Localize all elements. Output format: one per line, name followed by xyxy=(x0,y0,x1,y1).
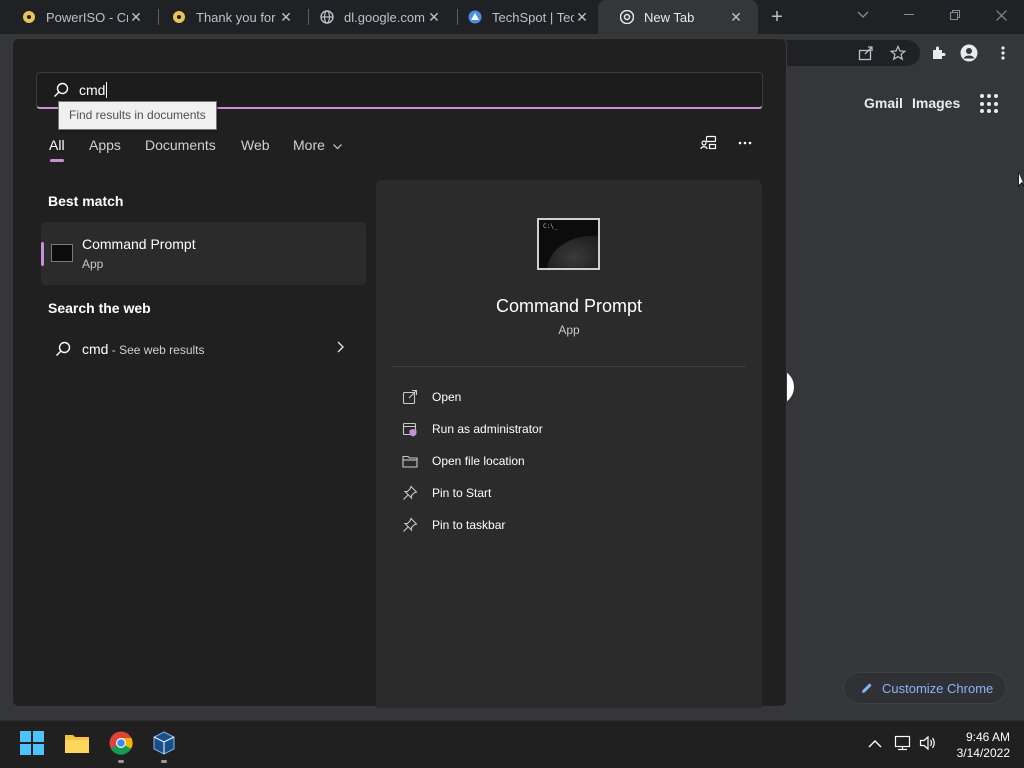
running-indicator xyxy=(161,760,167,763)
divider xyxy=(392,366,746,367)
network-icon[interactable] xyxy=(894,735,912,754)
action-open-file-location[interactable]: Open file location xyxy=(402,451,525,471)
detail-app-name: Command Prompt xyxy=(495,296,643,316)
tab-title: New Tab xyxy=(644,9,695,25)
best-match-heading: Best match xyxy=(48,193,124,209)
tab-title: TechSpot | Tech xyxy=(492,9,574,25)
admin-shield-icon xyxy=(402,421,418,437)
action-pin-to-start[interactable]: Pin to Start xyxy=(402,483,491,503)
gmail-link[interactable]: Gmail xyxy=(864,95,903,111)
profile-icon[interactable] xyxy=(960,44,978,62)
folder-icon xyxy=(402,453,418,469)
search-web-heading: Search the web xyxy=(48,300,151,316)
search-icon xyxy=(53,82,69,98)
chrome-icon xyxy=(620,10,634,24)
open-external-icon xyxy=(402,389,418,405)
action-run-as-admin[interactable]: Run as administrator xyxy=(402,419,543,439)
close-tab-icon[interactable]: ✕ xyxy=(426,9,442,25)
tooltip: Find results in documents xyxy=(58,101,217,130)
close-tab-icon[interactable]: ✕ xyxy=(128,9,144,25)
poweriso-icon xyxy=(22,10,36,24)
file-explorer-icon[interactable] xyxy=(64,730,90,756)
pin-icon xyxy=(402,485,418,501)
web-result-text: cmd - See web results xyxy=(82,341,205,357)
tab-techspot[interactable]: TechSpot | Tech ✕ xyxy=(446,0,604,34)
tab-thank-you[interactable]: Thank you for i ✕ xyxy=(150,0,308,34)
search-icon xyxy=(55,341,71,362)
filter-more-label: More xyxy=(293,137,325,153)
more-options-icon[interactable] xyxy=(735,134,755,152)
close-tab-icon[interactable]: ✕ xyxy=(728,9,744,25)
menu-kebab-icon[interactable] xyxy=(994,44,1012,62)
system-clock[interactable]: 9:46 AM 3/14/2022 xyxy=(940,729,1010,761)
customize-chrome-label: Customize Chrome xyxy=(882,680,994,696)
action-label: Run as administrator xyxy=(432,422,543,436)
restore-icon[interactable] xyxy=(932,0,978,30)
filter-tab-more[interactable]: More xyxy=(293,137,342,153)
active-filter-indicator xyxy=(50,159,64,162)
action-label: Open file location xyxy=(432,454,525,468)
tab-new-tab[interactable]: New Tab ✕ xyxy=(598,0,758,34)
action-open[interactable]: Open xyxy=(402,387,461,407)
text-caret xyxy=(106,82,108,98)
close-tab-icon[interactable]: ✕ xyxy=(574,9,590,25)
detail-app-type: App xyxy=(558,323,580,337)
poweriso-icon xyxy=(172,10,186,24)
tab-strip: PowerISO - Crea ✕ Thank you for i ✕ dl.g… xyxy=(0,0,1024,34)
tab-title: Thank you for i xyxy=(196,9,278,25)
techspot-icon xyxy=(468,10,482,24)
filter-tab-documents[interactable]: Documents xyxy=(145,137,216,153)
filter-tab-apps[interactable]: Apps xyxy=(89,137,121,153)
action-pin-to-taskbar[interactable]: Pin to taskbar xyxy=(402,515,505,535)
account-switch-icon[interactable] xyxy=(699,134,719,152)
search-query: cmd xyxy=(79,82,106,98)
action-label: Pin to Start xyxy=(432,486,492,500)
command-prompt-icon xyxy=(51,244,73,262)
globe-icon xyxy=(320,10,334,24)
pencil-icon xyxy=(862,683,872,693)
google-apps-icon[interactable] xyxy=(980,94,1000,114)
chevron-down-icon xyxy=(332,144,342,150)
minimize-icon[interactable] xyxy=(886,0,932,30)
tab-title: dl.google.com xyxy=(344,9,425,25)
customize-chrome-button[interactable]: Customize Chrome xyxy=(843,672,1007,704)
web-search-result[interactable]: cmd - See web results xyxy=(41,334,366,366)
web-result-query: cmd xyxy=(82,341,109,357)
tab-title: PowerISO - Crea xyxy=(46,9,128,25)
action-label: Pin to taskbar xyxy=(432,518,506,532)
best-match-type: App xyxy=(82,257,104,271)
close-window-icon[interactable] xyxy=(978,0,1024,30)
images-link[interactable]: Images xyxy=(912,95,960,111)
clock-time: 9:46 AM xyxy=(965,730,1010,744)
volume-icon[interactable] xyxy=(919,735,937,754)
running-indicator xyxy=(118,760,124,763)
action-label: Open xyxy=(432,390,462,404)
pin-icon xyxy=(402,517,418,533)
clock-date: 3/14/2022 xyxy=(956,746,1010,760)
filter-tab-all[interactable]: All xyxy=(49,137,65,153)
web-result-suffix: - See web results xyxy=(108,343,205,357)
extensions-icon[interactable] xyxy=(929,44,947,62)
tab-dl-google[interactable]: dl.google.com ✕ xyxy=(298,0,456,34)
share-icon[interactable] xyxy=(857,44,875,62)
chevron-up-icon[interactable] xyxy=(868,735,882,751)
tab-poweriso[interactable]: PowerISO - Crea ✕ xyxy=(0,0,158,34)
command-prompt-large-icon: C:\_ xyxy=(537,218,600,270)
virtualbox-icon[interactable] xyxy=(151,730,177,756)
mouse-cursor-icon xyxy=(1018,172,1024,193)
chevron-right-icon xyxy=(337,340,344,356)
best-match-item[interactable]: Command Prompt App xyxy=(41,222,366,285)
filter-tab-web[interactable]: Web xyxy=(241,137,270,153)
chrome-icon[interactable] xyxy=(108,730,134,756)
best-match-name: Command Prompt xyxy=(82,236,196,252)
tab-search-icon[interactable] xyxy=(840,0,886,30)
bookmark-star-icon[interactable] xyxy=(889,44,907,62)
selection-accent xyxy=(41,242,44,266)
new-tab-button[interactable]: + xyxy=(766,6,788,28)
start-icon[interactable] xyxy=(19,730,45,756)
close-tab-icon[interactable]: ✕ xyxy=(278,9,294,25)
